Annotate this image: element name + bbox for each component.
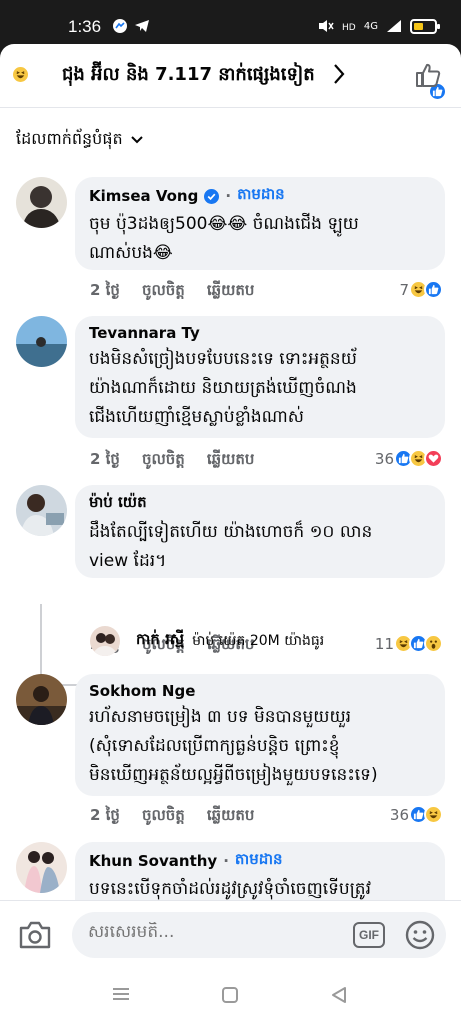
emoji-icon[interactable] — [404, 919, 436, 951]
avatar[interactable] — [16, 177, 67, 228]
commenter-name[interactable]: Sokhom Nge — [89, 682, 195, 700]
avatar[interactable] — [16, 485, 67, 536]
comment-input[interactable] — [88, 922, 338, 942]
like-action[interactable]: ចូលចិត្ត — [142, 281, 185, 303]
reaction-summary[interactable]: 36 — [375, 449, 443, 468]
comment-text-line: (សុំទោសដែលប្រើពាក្យធ្ងន់បន្តិច ព្រោះខ្ញុ… — [89, 736, 340, 756]
follow-link[interactable]: តាមដាន — [235, 850, 283, 872]
reply-preview[interactable]: កាក់ រស្មី ម៉ាប់ យ៉េត 20M យ៉ាងធូរ — [90, 626, 324, 656]
battery-icon — [410, 18, 440, 34]
comment-time: 2 ថ្ងៃ — [90, 281, 120, 299]
reply-author: កាក់ រស្មី — [136, 630, 185, 648]
commenter-name[interactable]: Kimsea Vong — [89, 187, 198, 205]
comment-time: 2 ថ្ងៃ — [90, 450, 120, 468]
comment-sort-dropdown[interactable]: ដែលពាក់ព័ន្ធបំផុត — [16, 128, 143, 152]
chevron-down-icon — [130, 136, 143, 144]
comment-composer: GIF — [0, 900, 461, 972]
sort-label: ដែលពាក់ព័ន្ធបំផុត — [16, 129, 123, 148]
chevron-right-icon[interactable] — [332, 62, 346, 86]
verified-badge-icon — [204, 188, 220, 204]
comment-text-line: ចុម ប៉ុ3ដងឲ្យ500😂😂 ចំណងជើង ឡូយ — [89, 214, 359, 234]
status-time: 1:36 — [68, 17, 102, 36]
telegram-notification-icon — [135, 20, 149, 32]
comment-text-line: បងមិនសំច្រៀងបទបែបនេះទេ ទោះអត្ថនយ័ — [89, 349, 357, 369]
like-action[interactable]: ចូលចិត្ត — [142, 450, 185, 472]
volte-icon: HD — [342, 23, 356, 33]
home-icon[interactable] — [221, 986, 239, 1004]
reaction-count: 7 — [399, 280, 409, 299]
comment-bubble[interactable]: Sokhom Nge រហ័សនាមចម្រៀង ៣ បទ មិនបានមួយយ… — [75, 674, 445, 796]
wow-reaction-icon — [424, 634, 443, 653]
comment-input-box[interactable]: GIF — [72, 912, 446, 958]
gif-button[interactable]: GIF — [353, 922, 385, 948]
like-action[interactable]: ចូលចិត្ត — [142, 806, 185, 828]
signal-icon — [387, 20, 401, 32]
haha-reaction-icon — [424, 805, 443, 824]
commenter-name[interactable]: Khun Sovanthy — [89, 852, 217, 870]
reaction-summary[interactable]: 7 — [399, 280, 443, 299]
reply-action[interactable]: ឆ្លើយតប — [207, 281, 255, 303]
system-nav-bar — [0, 972, 461, 1024]
like-button-icon[interactable] — [414, 61, 442, 89]
follow-link[interactable]: តាមដាន — [237, 185, 285, 207]
reply-thread-line — [40, 604, 90, 686]
comment-text-line: ដឹងតែល្បីទៀតហើយ យ៉ាងហោចក៏ ១០ លាន — [89, 522, 373, 542]
messenger-notification-icon — [113, 19, 127, 33]
avatar[interactable] — [16, 316, 67, 367]
comment-text-line: យ៉ាងណាក៏ដោយ និយាយត្រង់ឃើញចំណង — [89, 378, 357, 398]
comment-text-line: ជើងហើយញាំខ្មើមស្លាប់ខ្លាំងណាស់ — [89, 407, 304, 427]
avatar[interactable] — [16, 674, 67, 725]
commenter-name[interactable]: Tevannara Ty — [89, 324, 200, 342]
avatar — [90, 626, 120, 656]
comment-text-line: view ដែរ។ — [89, 551, 167, 571]
reactors-summary[interactable]: ជុង អ៊ីល និង 7.117 នាក់ផ្សេងទៀត — [62, 62, 315, 89]
reactions-header[interactable]: ជុង អ៊ីល និង 7.117 នាក់ផ្សេងទៀត — [0, 44, 461, 108]
back-icon[interactable] — [330, 986, 348, 1004]
reply-action[interactable]: ឆ្លើយតប — [207, 450, 255, 472]
comment-text-line: រហ័សនាមចម្រៀង ៣ បទ មិនបានមួយយួរ — [89, 707, 352, 727]
mute-icon — [318, 20, 334, 32]
comment-text-line: មិនឃើញអត្ថន័យល្អអ្វីពីចម្រៀងមួយបទនេះទេ) — [89, 765, 378, 785]
avatar[interactable] — [16, 842, 67, 893]
svg-text:HD: HD — [342, 23, 356, 33]
reaction-count: 36 — [389, 805, 409, 824]
comment-time: 2 ថ្ងៃ — [90, 806, 120, 824]
comment-text-line: ណាស់បង😂 — [89, 243, 173, 263]
comment-bubble[interactable]: ម៉ាប់ យ៉េត ដឹងតែល្បីទៀតហើយ យ៉ាងហោចក៏ ១០ … — [75, 485, 445, 578]
reply-text: ម៉ាប់ យ៉េត 20M យ៉ាងធូរ — [192, 632, 325, 649]
commenter-name[interactable]: ម៉ាប់ យ៉េត — [89, 493, 147, 515]
network-type: 4G — [363, 20, 378, 32]
camera-icon[interactable] — [18, 920, 52, 950]
reaction-count: 11 — [374, 634, 394, 653]
comment-bubble[interactable]: Kimsea Vong · តាមដាន ចុម ប៉ុ3ដងឲ្យ500😂😂 … — [75, 177, 445, 270]
reply-action[interactable]: ឆ្លើយតប — [207, 806, 255, 828]
reaction-count: 36 — [374, 449, 394, 468]
haha-reaction-icon — [11, 65, 30, 84]
comment-bubble[interactable]: Tevannara Ty បងមិនសំច្រៀងបទបែបនេះទេ ទោះអ… — [75, 316, 445, 438]
love-reaction-icon — [424, 449, 443, 468]
menu-icon[interactable] — [111, 986, 131, 1002]
like-reaction-icon — [424, 280, 443, 299]
comments-sheet: ជុង អ៊ីល និង 7.117 នាក់ផ្សេងទៀត ដែលពាក់ព… — [0, 44, 461, 1024]
reaction-summary[interactable]: 11 — [375, 634, 443, 653]
reaction-summary[interactable]: 36 — [390, 805, 443, 824]
